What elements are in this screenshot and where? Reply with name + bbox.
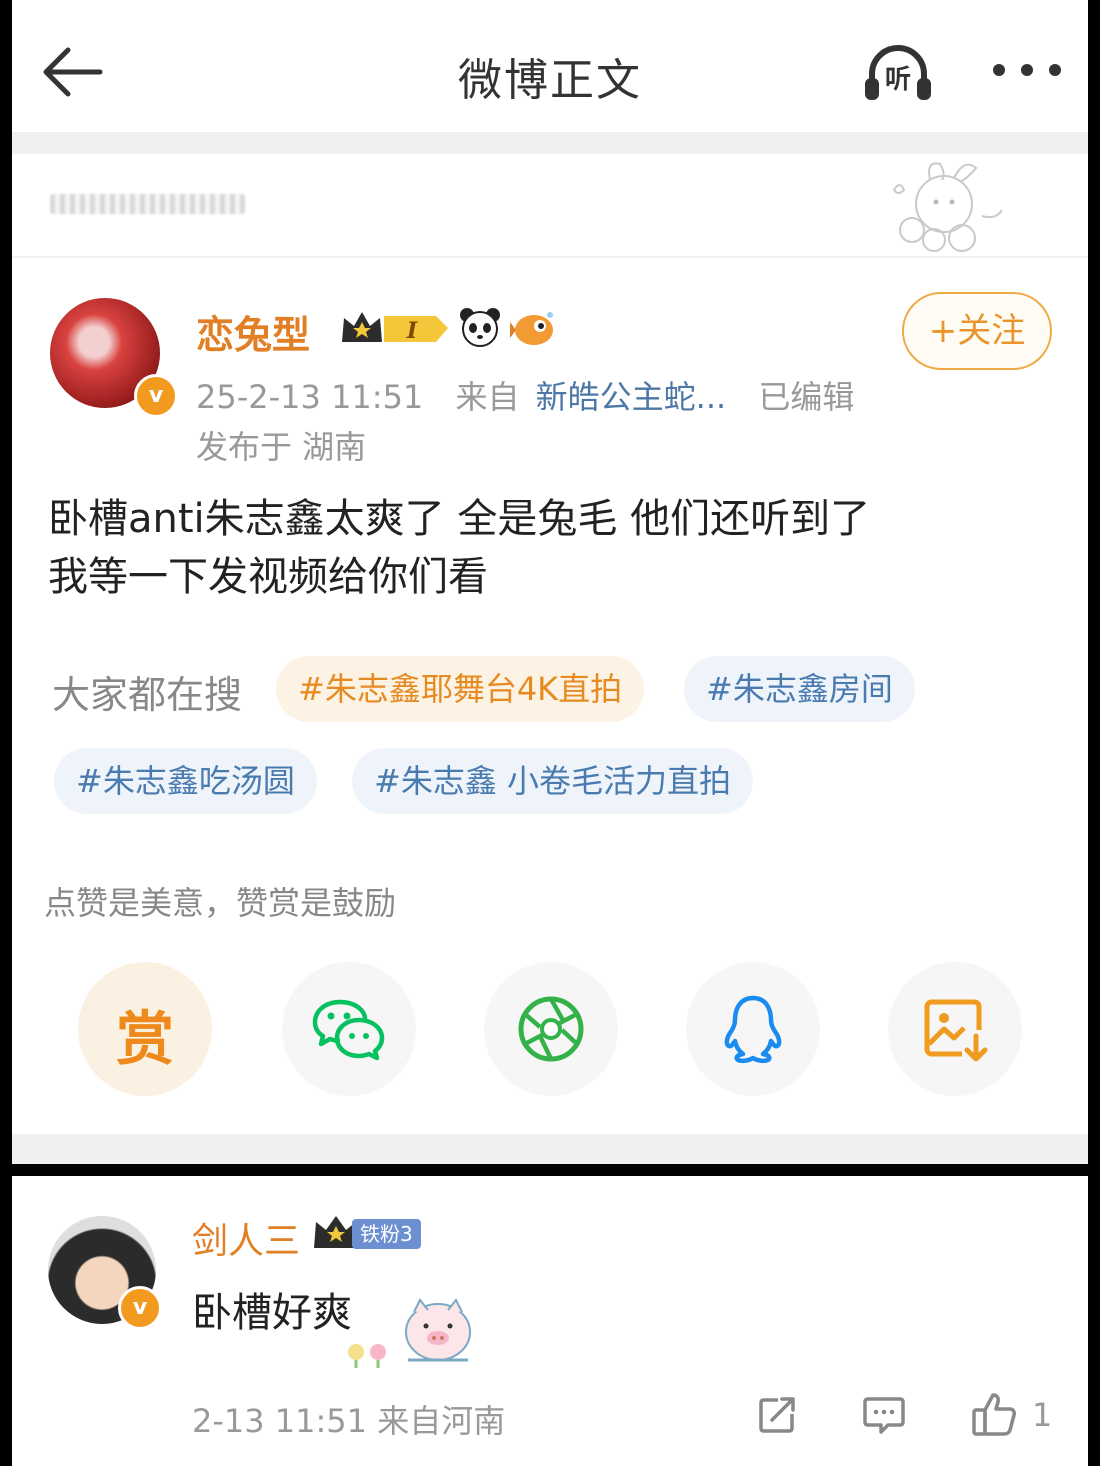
- reward-button[interactable]: 赏: [78, 962, 212, 1096]
- verified-badge-icon: v: [118, 1286, 162, 1330]
- reward-icon: 赏: [115, 1005, 174, 1073]
- comment-meta: 2-13 11:51 来自河南: [192, 1402, 506, 1440]
- hot-search-tag[interactable]: #朱志鑫吃汤圆: [54, 748, 317, 814]
- moments-aperture-icon: [518, 996, 584, 1062]
- follow-button[interactable]: +关注: [902, 292, 1052, 370]
- edited-label: 已编辑: [758, 378, 855, 416]
- share-moments-button[interactable]: [484, 962, 618, 1096]
- section-divider: [12, 132, 1088, 154]
- save-image-icon: [924, 999, 988, 1062]
- save-image-button[interactable]: [888, 962, 1022, 1096]
- crown-level: I: [406, 318, 418, 344]
- post-content: 卧槽anti朱志鑫太爽了 全是兔毛 他们还听到了 我等一下发视频给你们看: [48, 490, 1058, 606]
- top-banner: [12, 154, 1088, 258]
- qq-penguin-icon: [724, 995, 782, 1064]
- comment-text: 卧槽好爽: [192, 1290, 352, 1336]
- panda-icon: [460, 308, 500, 347]
- author-name[interactable]: 恋兔型: [196, 304, 310, 359]
- section-divider: [12, 1164, 1088, 1176]
- wechat-icon: [312, 999, 385, 1061]
- post-source-link[interactable]: 新皓公主蛇...: [536, 378, 727, 416]
- verified-badge-icon: v: [134, 374, 178, 418]
- headphones-listen-icon[interactable]: 听: [860, 40, 936, 106]
- blurred-banner-text: [50, 194, 245, 214]
- weibo-post-page: 微博正文 听 v 恋兔型 I +关注 25-2-13 11:51 来自 新皓公主…: [12, 0, 1088, 1466]
- listen-label: 听: [885, 65, 911, 95]
- hot-search-label: 大家都在搜: [52, 673, 243, 717]
- post-location: 发布于 湖南: [196, 428, 367, 466]
- like-thumbs-up-icon[interactable]: [970, 1390, 1018, 1438]
- commenter-name[interactable]: 剑人三: [192, 1212, 300, 1264]
- share-icon[interactable]: [756, 1394, 798, 1436]
- hot-search-tag[interactable]: #朱志鑫耶舞台4K直拍: [276, 656, 645, 722]
- from-label: 来自: [455, 378, 520, 416]
- pig-sticker-icon: [348, 1298, 471, 1368]
- like-count: 1: [1032, 1396, 1053, 1434]
- fish-badge-icon: [510, 312, 553, 345]
- crown-level-badge-icon[interactable]: I: [340, 308, 450, 348]
- more-options-icon[interactable]: [987, 58, 1067, 82]
- post-content-line: 卧槽anti朱志鑫太爽了 全是兔毛 他们还听到了: [48, 496, 871, 542]
- post-content-line: 我等一下发视频给你们看: [48, 554, 488, 600]
- reward-caption: 点赞是美意，赞赏是鼓励: [44, 884, 397, 922]
- share-qq-button[interactable]: [686, 962, 820, 1096]
- share-wechat-button[interactable]: [282, 962, 416, 1096]
- section-divider: [12, 1134, 1088, 1164]
- hot-search-tag[interactable]: #朱志鑫 小卷毛活力直拍: [352, 748, 753, 814]
- top-nav: 微博正文 听: [12, 0, 1088, 132]
- comment-icon[interactable]: [862, 1394, 906, 1436]
- fan-level-badge: 铁粉3: [352, 1219, 421, 1249]
- hot-search-tag[interactable]: #朱志鑫房间: [684, 656, 915, 722]
- post-time: 25-2-13 11:51: [196, 378, 424, 416]
- post-meta: 25-2-13 11:51 来自 新皓公主蛇... 已编辑: [196, 372, 854, 418]
- bunny-decoration-icon: [892, 162, 1003, 252]
